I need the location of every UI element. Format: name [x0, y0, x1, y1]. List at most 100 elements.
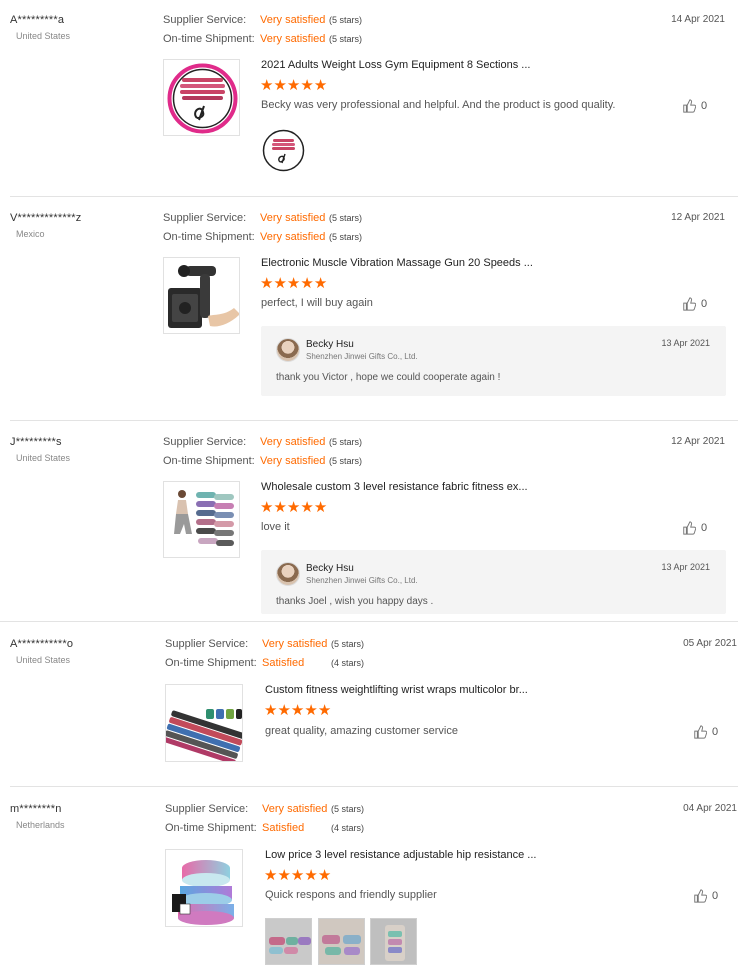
star-icon: ★ [313, 499, 328, 516]
star-icon: ★ [304, 867, 318, 884]
shipment-rating: On-time Shipment: Satisfied (4 stars) [165, 822, 364, 834]
star-rating: ★★★★★ [264, 868, 331, 883]
shipment-rating: On-time Shipment: Very satisfied (5 stars) [163, 33, 362, 45]
star-rating: ★★★★★ [264, 703, 331, 718]
supplier-service-stars: (5 stars) [329, 437, 363, 447]
star-icon: ★ [273, 499, 287, 516]
shipment-value: Satisfied [262, 657, 305, 669]
thumbs-up-icon [683, 99, 696, 113]
supplier-service-stars: (5 stars) [331, 804, 365, 814]
review-comment: great quality, amazing customer service [265, 725, 458, 737]
shipment-value: Very satisfied [260, 231, 326, 243]
shipment-stars: (4 stars) [331, 658, 365, 668]
reply-author: Becky Hsu [306, 339, 354, 350]
resistance-bands-image [167, 63, 238, 134]
supplier-service-rating: Supplier Service: Very satisfied (5 stars) [163, 436, 362, 448]
star-icon: ★ [277, 867, 291, 884]
review-item: J*********s United States Supplier Servi… [0, 421, 750, 622]
product-title[interactable]: Electronic Muscle Vibration Massage Gun … [261, 257, 533, 269]
buyer-country: United States [16, 31, 71, 41]
star-icon: ★ [264, 867, 278, 884]
massage-gun-image [168, 265, 239, 328]
star-icon: ★ [286, 77, 301, 94]
like-button[interactable]: 0 [693, 725, 718, 739]
buyer-name: V*************z [10, 212, 82, 224]
star-icon: ★ [300, 499, 314, 516]
supplier-service-value: Very satisfied [260, 14, 326, 26]
buyer-name: A***********o [10, 638, 74, 650]
shipment-stars: (5 stars) [329, 34, 363, 44]
hip-bands-image [172, 860, 234, 925]
product-thumbnail[interactable] [165, 849, 243, 927]
product-thumbnail[interactable] [163, 59, 240, 136]
product-thumbnail[interactable] [163, 257, 240, 334]
star-icon: ★ [273, 275, 287, 292]
supplier-service-label: Supplier Service: [165, 803, 249, 815]
buyer-country: United States [16, 453, 71, 463]
wrist-wraps-image [166, 709, 242, 761]
reply-text: thank you Victor , hope we could coopera… [276, 372, 501, 383]
star-icon: ★ [290, 867, 305, 884]
buyer-country: Mexico [16, 229, 45, 239]
review-item: A***********o United States Supplier Ser… [0, 622, 750, 787]
review-date: 05 Apr 2021 [683, 638, 737, 649]
supplier-service-rating: Supplier Service: Very satisfied (5 stars) [163, 212, 362, 224]
like-button[interactable]: 0 [682, 297, 707, 311]
like-count: 0 [701, 298, 708, 310]
product-title[interactable]: 2021 Adults Weight Loss Gym Equipment 8 … [261, 59, 530, 71]
star-rating: ★★★★★ [260, 78, 327, 93]
review-photo[interactable] [265, 918, 312, 965]
shipment-rating: On-time Shipment: Satisfied (4 stars) [165, 657, 364, 669]
like-button[interactable]: 0 [682, 99, 707, 113]
supplier-service-label: Supplier Service: [165, 638, 249, 650]
product-thumbnail[interactable] [165, 684, 243, 762]
supplier-service-rating: Supplier Service: Very satisfied (5 stars) [165, 803, 364, 815]
like-count: 0 [712, 890, 719, 902]
review-item: V*************z Mexico Supplier Service:… [0, 197, 750, 421]
star-icon: ★ [317, 702, 332, 719]
shipment-stars: (4 stars) [331, 823, 365, 833]
product-title[interactable]: Wholesale custom 3 level resistance fabr… [261, 481, 528, 493]
buyer-name: A*********a [10, 14, 65, 26]
supplier-service-value: Very satisfied [260, 212, 326, 224]
like-button[interactable]: 0 [693, 889, 718, 903]
avatar [276, 338, 300, 362]
review-date: 14 Apr 2021 [671, 14, 725, 25]
product-title[interactable]: Custom fitness weightlifting wrist wraps… [265, 684, 528, 696]
supplier-service-stars: (5 stars) [331, 639, 365, 649]
avatar [276, 562, 300, 586]
star-rating: ★★★★★ [260, 500, 327, 515]
star-icon: ★ [273, 77, 287, 94]
bands-photo-1 [266, 919, 311, 964]
product-thumbnail[interactable] [163, 481, 240, 558]
star-icon: ★ [304, 702, 318, 719]
shipment-label: On-time Shipment: [165, 657, 257, 669]
shipment-label: On-time Shipment: [163, 455, 255, 467]
review-comment: love it [261, 521, 290, 533]
shipment-rating: On-time Shipment: Very satisfied (5 stars) [163, 231, 362, 243]
star-icon: ★ [300, 77, 314, 94]
star-icon: ★ [260, 499, 274, 516]
like-button[interactable]: 0 [682, 521, 707, 535]
like-count: 0 [701, 522, 708, 534]
review-comment: Quick respons and friendly supplier [265, 889, 437, 901]
reply-company: Shenzhen Jinwei Gifts Co., Ltd. [306, 576, 418, 585]
star-icon: ★ [264, 702, 278, 719]
star-icon: ★ [260, 77, 274, 94]
review-photo[interactable] [370, 918, 417, 965]
supplier-reply: Becky Hsu Shenzhen Jinwei Gifts Co., Ltd… [261, 550, 726, 614]
supplier-service-value: Very satisfied [262, 803, 328, 815]
buyer-country: Netherlands [16, 820, 65, 830]
review-photo[interactable] [318, 918, 365, 965]
star-rating: ★★★★★ [260, 276, 327, 291]
buyer-country: United States [16, 655, 71, 665]
like-count: 0 [712, 726, 719, 738]
review-date: 04 Apr 2021 [683, 803, 737, 814]
thumbs-up-icon [694, 889, 707, 903]
reply-date: 13 Apr 2021 [661, 562, 710, 572]
like-count: 0 [701, 100, 708, 112]
review-photo[interactable] [261, 128, 306, 173]
star-icon: ★ [317, 867, 332, 884]
supplier-service-stars: (5 stars) [329, 15, 363, 25]
product-title[interactable]: Low price 3 level resistance adjustable … [265, 849, 536, 861]
